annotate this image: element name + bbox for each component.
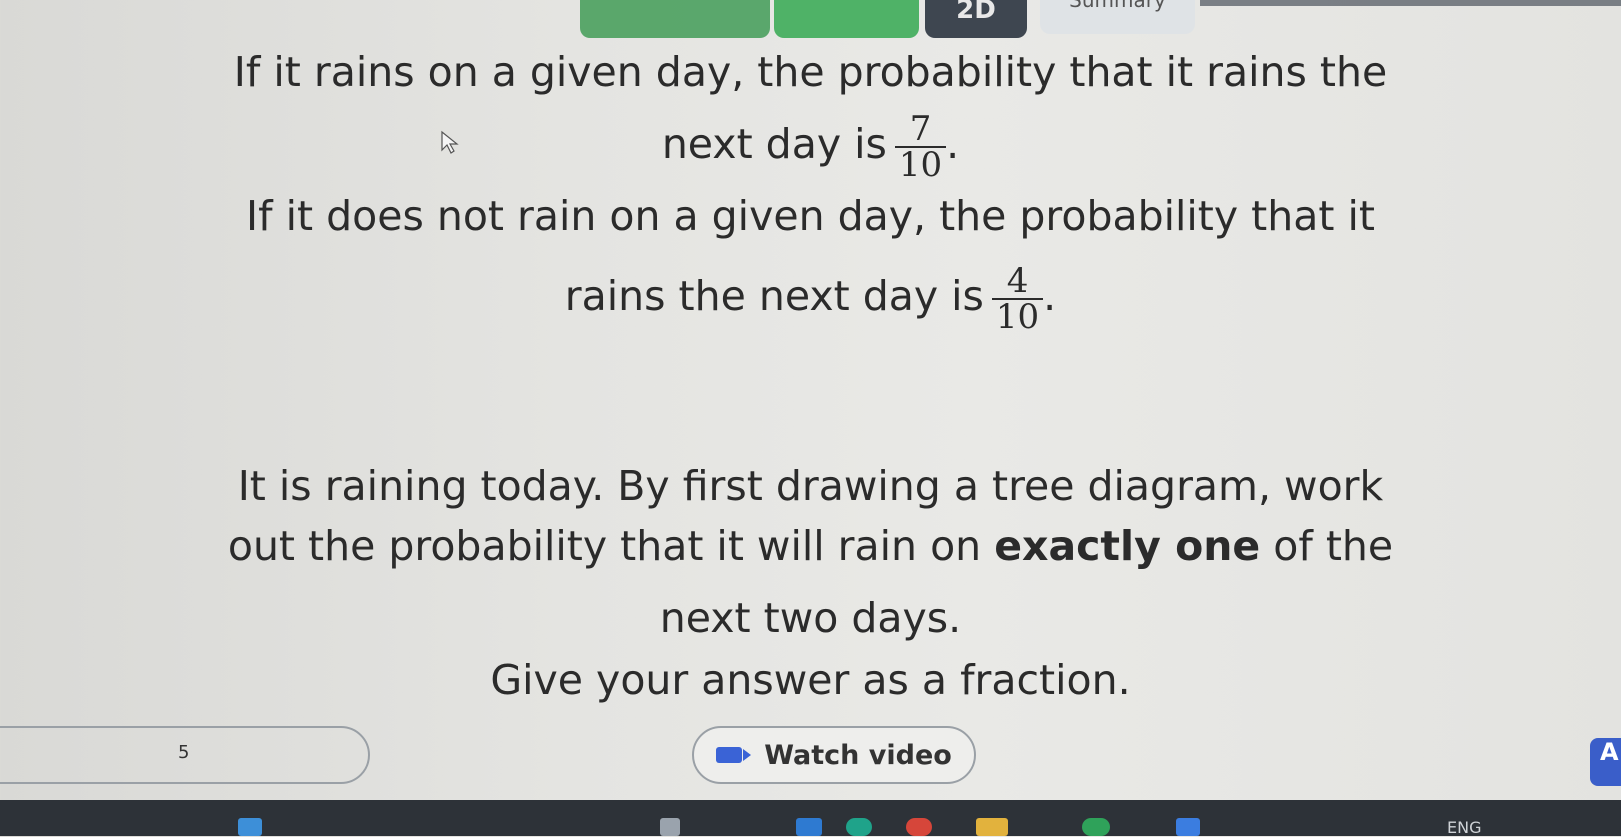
fraction-numerator: 7	[894, 112, 947, 148]
tab-completed-2[interactable]	[774, 0, 919, 38]
fraction-numerator: 4	[991, 264, 1044, 300]
question-line-1: If it rains on a given day, the probabil…	[233, 48, 1388, 96]
watch-video-label: Watch video	[764, 739, 952, 771]
answer-tab[interactable]: A	[1590, 738, 1621, 786]
tab-current[interactable]: 2D	[925, 0, 1027, 38]
taskbar-app-icon[interactable]	[906, 818, 932, 836]
top-tab-bar: 2D Summary	[0, 0, 1621, 40]
tab-summary[interactable]: Summary	[1040, 0, 1195, 34]
taskbar-app-icon[interactable]	[660, 818, 680, 836]
question-line-2: next day is 7 10.	[661, 109, 960, 185]
question-text-6a: out the probability that it will rain on	[227, 522, 982, 570]
language-indicator[interactable]: ENG	[1447, 818, 1481, 837]
watch-video-button[interactable]: Watch video	[692, 726, 976, 784]
question-line-4: rains the next day is 4 10.	[564, 261, 1057, 337]
folder-icon[interactable]	[976, 818, 1008, 836]
question-line-5: It is raining today. By first drawing a …	[237, 462, 1384, 510]
question-line-8: Give your answer as a fraction.	[490, 656, 1131, 704]
fraction-four-tenths: 4 10	[991, 264, 1044, 337]
taskbar-app-icon[interactable]	[796, 818, 822, 836]
video-camera-icon	[716, 747, 752, 763]
question-text-2: next day is	[661, 120, 887, 168]
taskbar-app-icon[interactable]	[1082, 818, 1110, 836]
emphasis-exactly-one: exactly one	[994, 522, 1261, 570]
tab-bar-edge	[1200, 0, 1621, 6]
question-line-6: out the probability that it will rain on…	[0, 520, 1621, 572]
question-line-7: next two days.	[659, 594, 962, 642]
previous-question-number: 5	[178, 742, 190, 763]
fraction-denominator: 10	[995, 297, 1040, 337]
question-text-6c: of the	[1273, 522, 1394, 570]
question-text-4: rains the next day is	[564, 272, 984, 320]
tab-completed-1[interactable]	[580, 0, 770, 38]
start-icon[interactable]	[238, 818, 262, 836]
fraction-seven-tenths: 7 10	[894, 112, 947, 185]
fraction-denominator: 10	[898, 145, 943, 185]
taskbar-app-icon[interactable]	[1176, 818, 1200, 836]
question-line-3: If it does not rain on a given day, the …	[246, 192, 1375, 240]
taskbar-app-icon[interactable]	[846, 818, 872, 836]
